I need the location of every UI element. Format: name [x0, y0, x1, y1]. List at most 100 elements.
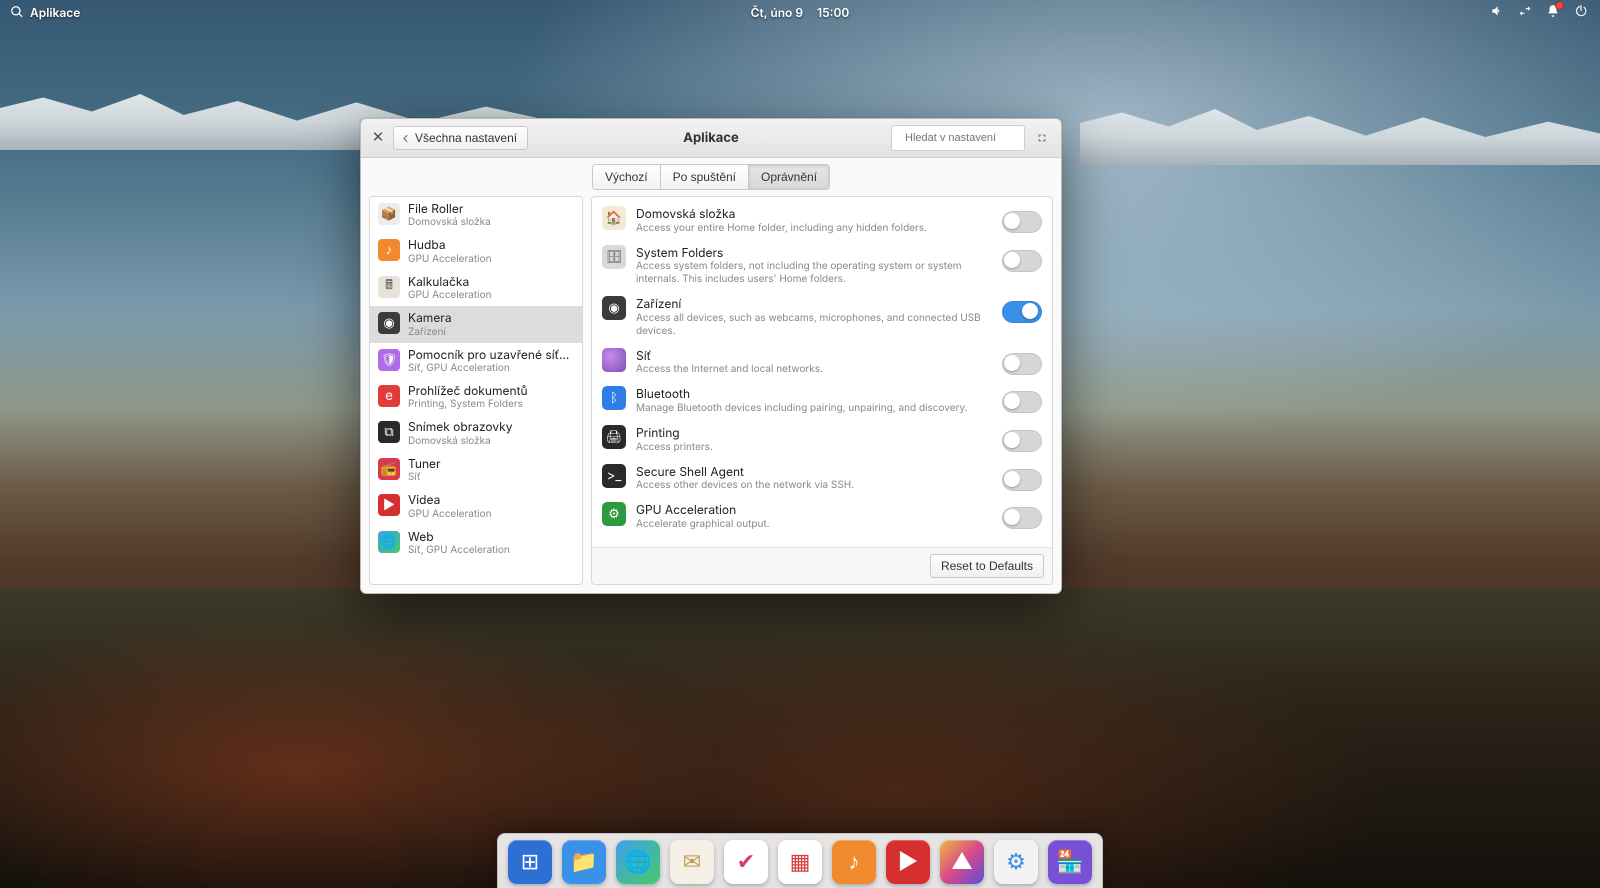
toggle-knob: [1004, 213, 1020, 229]
app-row[interactable]: eProhlížeč dokumentůPrinting, System Fol…: [370, 379, 582, 415]
toggle-knob: [1004, 252, 1020, 268]
tab-po spuštění[interactable]: Po spuštění: [661, 165, 749, 189]
search-box[interactable]: [891, 125, 1025, 151]
app-icon: e: [378, 385, 400, 407]
permission-row: ᛒBluetoothManage Bluetooth devices inclu…: [602, 381, 1042, 420]
app-sub: Domovská složka: [408, 435, 513, 447]
permission-row: SíťAccess the Internet and local network…: [602, 343, 1042, 382]
permission-toggle[interactable]: [1002, 211, 1042, 233]
tab-switcher: VýchozíPo spuštěníOprávnění: [592, 164, 830, 190]
close-button[interactable]: ✕: [369, 129, 387, 147]
app-icon: ◉: [378, 312, 400, 334]
app-list[interactable]: 📦File RollerDomovská složka♪HudbaGPU Acc…: [369, 196, 583, 585]
dock-settings[interactable]: ⚙: [994, 840, 1038, 884]
app-sub: Síť, GPU Acceleration: [408, 362, 574, 374]
permission-toggle[interactable]: [1002, 469, 1042, 491]
dock-files[interactable]: 📁: [562, 840, 606, 884]
app-row[interactable]: 📦File RollerDomovská složka: [370, 197, 582, 233]
app-sub: GPU Acceleration: [408, 289, 492, 301]
permission-title: System Folders: [636, 245, 992, 261]
toggle-knob: [1004, 393, 1020, 409]
dock-music[interactable]: ♪: [832, 840, 876, 884]
power-icon: [1574, 4, 1588, 18]
app-row[interactable]: 🛡Pomocník pro uzavřené síťové p…Síť, GPU…: [370, 343, 582, 379]
permission-toggle[interactable]: [1002, 353, 1042, 375]
permissions-panel: 🏠Domovská složkaAccess your entire Home …: [591, 196, 1053, 585]
tab-oprávnění[interactable]: Oprávnění: [749, 165, 829, 189]
app-row[interactable]: 🌐WebSíť, GPU Acceleration: [370, 525, 582, 561]
permission-icon: 🏠: [602, 206, 626, 230]
dock-mail[interactable]: ✉: [670, 840, 714, 884]
app-row[interactable]: ▶VideaGPU Acceleration: [370, 488, 582, 524]
toggle-knob: [1004, 471, 1020, 487]
app-name: Web: [408, 530, 510, 544]
app-sub: Zařízení: [408, 326, 452, 338]
permission-row: ⚙GPU AccelerationAccelerate graphical ou…: [602, 497, 1042, 536]
tabbar: VýchozíPo spuštěníOprávnění: [361, 158, 1061, 196]
permission-title: Síť: [636, 348, 992, 364]
top-panel: Aplikace Čt, úno 9 15:00: [0, 0, 1600, 24]
permission-toggle[interactable]: [1002, 301, 1042, 323]
permission-icon: 🖨: [602, 425, 626, 449]
permissions-list[interactable]: 🏠Domovská složkaAccess your entire Home …: [592, 197, 1052, 547]
app-row[interactable]: 📻TunerSíť: [370, 452, 582, 488]
panel-time[interactable]: 15:00: [817, 5, 849, 20]
app-row[interactable]: ⧉ Snímek obrazovkyDomovská složka: [370, 415, 582, 451]
notifications-indicator[interactable]: [1546, 4, 1560, 21]
permission-icon: >_: [602, 464, 626, 488]
window-title: Aplikace: [683, 130, 738, 146]
permission-toggle[interactable]: [1002, 430, 1042, 452]
permission-title: Bluetooth: [636, 386, 992, 402]
applications-menu[interactable]: Aplikace: [0, 5, 80, 20]
app-name: Kamera: [408, 311, 452, 325]
search-input[interactable]: [903, 131, 1049, 145]
app-sub: Domovská složka: [408, 216, 491, 228]
network-icon: [1518, 4, 1532, 18]
sound-indicator[interactable]: [1490, 4, 1504, 21]
app-row[interactable]: ◉ KameraZařízení: [370, 306, 582, 342]
dock-videos[interactable]: ▶: [886, 840, 930, 884]
app-icon: 🖩: [378, 276, 400, 298]
settings-window: ✕ Všechna nastavení Aplikace VýchozíPo s…: [360, 118, 1062, 594]
tab-výchozí[interactable]: Výchozí: [593, 165, 661, 189]
dock-calendar[interactable]: ▦: [778, 840, 822, 884]
permission-toggle[interactable]: [1002, 391, 1042, 413]
applications-label: Aplikace: [30, 5, 80, 20]
network-indicator[interactable]: [1518, 4, 1532, 21]
permission-desc: Access system folders, not including the…: [636, 260, 992, 286]
mountain-right: [1080, 95, 1600, 165]
app-icon: ⧉: [378, 421, 400, 443]
app-icon: 🛡: [378, 349, 400, 371]
app-name: Snímek obrazovky: [408, 420, 513, 434]
permission-toggle[interactable]: [1002, 250, 1042, 272]
maximize-button[interactable]: [1031, 127, 1053, 149]
dock-tasks[interactable]: ✔: [724, 840, 768, 884]
permission-desc: Access the Internet and local networks.: [636, 363, 992, 376]
permission-row: >_Secure Shell AgentAccess other devices…: [602, 459, 1042, 498]
permission-title: GPU Acceleration: [636, 502, 992, 518]
dock-photos[interactable]: ▲: [940, 840, 984, 884]
app-name: Tuner: [408, 457, 441, 471]
reset-button[interactable]: Reset to Defaults: [930, 554, 1044, 578]
dock-appcenter[interactable]: 🏪: [1048, 840, 1092, 884]
notification-dot: [1555, 1, 1564, 10]
titlebar[interactable]: ✕ Všechna nastavení Aplikace: [361, 119, 1061, 158]
permission-row: 🏠Domovská složkaAccess your entire Home …: [602, 201, 1042, 240]
app-row[interactable]: ♪HudbaGPU Acceleration: [370, 233, 582, 269]
arrow-left-icon: [400, 133, 411, 144]
back-button[interactable]: Všechna nastavení: [393, 126, 528, 150]
app-row[interactable]: 🖩KalkulačkaGPU Acceleration: [370, 270, 582, 306]
dock-multitasking[interactable]: ⊞: [508, 840, 552, 884]
dock-web[interactable]: 🌐: [616, 840, 660, 884]
session-indicator[interactable]: [1574, 4, 1588, 21]
app-sub: GPU Acceleration: [408, 253, 492, 265]
app-icon: ♪: [378, 239, 400, 261]
permission-toggle[interactable]: [1002, 507, 1042, 529]
app-icon: 📻: [378, 458, 400, 480]
permission-title: Secure Shell Agent: [636, 464, 992, 480]
app-icon: 🌐: [378, 531, 400, 553]
app-sub: Printing, System Folders: [408, 398, 528, 410]
toggle-knob: [1004, 355, 1020, 371]
panel-date[interactable]: Čt, úno 9: [751, 5, 803, 20]
permission-desc: Access all devices, such as webcams, mic…: [636, 312, 992, 338]
